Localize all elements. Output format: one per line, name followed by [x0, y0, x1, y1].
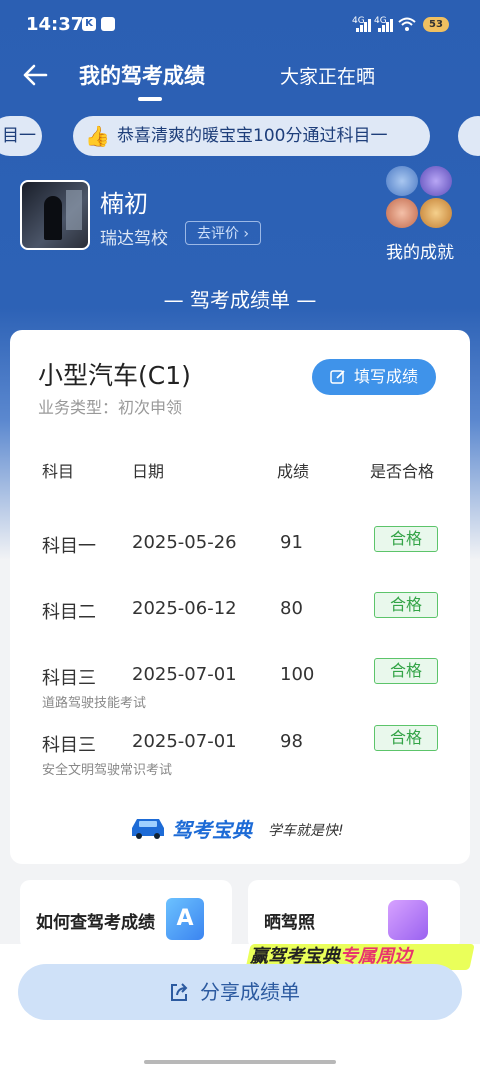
pass-badge: 合格 — [374, 658, 438, 684]
how-to-check-title: 如何查驾考成绩 — [36, 913, 155, 933]
pass-badge: 合格 — [374, 592, 438, 618]
document-search-icon: A — [166, 898, 204, 940]
active-tab-indicator — [138, 97, 162, 101]
top-nav: 我的驾考成绩 大家正在晒 — [0, 50, 480, 104]
header-subject: 科目 — [42, 462, 75, 481]
profile-section: 楠初 瑞达驾校 去评价 › 我的成就 — [0, 166, 480, 266]
row-subject: 科目三 — [42, 735, 96, 756]
share-license-title: 晒驾照 — [264, 913, 315, 933]
badge-icon — [386, 166, 418, 196]
share-icon — [171, 983, 188, 1001]
avatar[interactable] — [20, 180, 90, 250]
status-time: 14:37 — [26, 14, 84, 35]
brand-slogan: 学车就是快! — [268, 823, 344, 839]
table-row: 科目三 2025-07-01 98 合格 安全文明驾驶常识考试 — [10, 725, 470, 791]
pass-badge: 合格 — [374, 725, 438, 751]
share-license-card[interactable]: 晒驾照 — [248, 880, 460, 950]
license-type: 小型汽车(C1) — [38, 361, 191, 390]
row-subject: 科目二 — [42, 602, 96, 623]
row-date: 2025-06-12 — [132, 598, 237, 619]
row-note: 道路驾驶技能考试 — [42, 696, 147, 711]
badge-icon — [386, 198, 418, 228]
back-arrow-icon[interactable] — [20, 60, 50, 90]
fill-score-button[interactable]: 填写成绩 — [312, 359, 436, 395]
app-notification-icon: K — [82, 17, 96, 31]
tab-everyone-sharing[interactable]: 大家正在晒 — [280, 62, 375, 89]
car-logo-icon — [132, 819, 164, 839]
wifi-icon — [398, 17, 416, 31]
table-row: 科目一 2025-05-26 91 合格 — [10, 526, 470, 592]
row-score: 91 — [280, 532, 303, 553]
row-date: 2025-07-01 — [132, 731, 237, 752]
thumbs-up-icon: 👍 — [85, 124, 110, 148]
share-score-sheet-button[interactable]: 分享成绩单 — [18, 964, 462, 1020]
status-bar: 14:37 K 4G 4G 53 — [0, 0, 480, 50]
row-score: 100 — [280, 664, 315, 685]
badge-icon — [420, 166, 452, 196]
row-score: 80 — [280, 598, 303, 619]
score-sheet-title: — 驾考成绩单 — — [163, 288, 317, 312]
badge-icon — [420, 198, 452, 228]
ticker-text: 恭喜清爽的暖宝宝100分通过科目一 — [117, 126, 388, 146]
ticker-item-prev: 目一 — [0, 116, 42, 156]
tab-my-scores[interactable]: 我的驾考成绩 — [79, 60, 205, 90]
photo-icon — [388, 900, 428, 940]
my-achievements-label[interactable]: 我的成就 — [386, 238, 454, 263]
brand-name: 驾考宝典 — [172, 818, 252, 842]
row-subject: 科目三 — [42, 668, 96, 689]
rate-school-button[interactable]: 去评价 › — [185, 221, 261, 245]
paw-notification-icon — [101, 17, 115, 31]
table-row: 科目三 2025-07-01 100 合格 道路驾驶技能考试 — [10, 658, 470, 724]
battery-indicator: 53 — [423, 17, 449, 32]
home-indicator[interactable] — [144, 1060, 336, 1064]
achievement-badges[interactable] — [386, 166, 456, 232]
score-card: 小型汽车(C1) 业务类型：初次申领 填写成绩 科目 日期 成绩 是否合格 科目… — [10, 330, 470, 864]
signal-icon — [356, 18, 372, 32]
how-to-check-scores-card[interactable]: 如何查驾考成绩 A — [20, 880, 232, 950]
business-type: 业务类型：初次申领 — [38, 398, 183, 417]
row-date: 2025-05-26 — [132, 532, 237, 553]
header-passed: 是否合格 — [370, 462, 435, 481]
header-date: 日期 — [132, 462, 165, 481]
table-row: 科目二 2025-06-12 80 合格 — [10, 592, 470, 658]
row-score: 98 — [280, 731, 303, 752]
ticker-item: 👍 恭喜清爽的暖宝宝100分通过科目一 — [73, 116, 430, 156]
header-score: 成绩 — [277, 462, 310, 481]
user-name: 楠初 — [100, 190, 148, 218]
signal-icon-2 — [378, 18, 394, 32]
row-note: 安全文明驾驶常识考试 — [42, 763, 173, 778]
row-date: 2025-07-01 — [132, 664, 237, 685]
congrats-ticker: 目一 👍 恭喜清爽的暖宝宝100分通过科目一 — [0, 116, 480, 158]
ticker-item-next — [458, 116, 480, 156]
driving-school-name: 瑞达驾校 — [100, 229, 168, 249]
edit-icon — [330, 370, 345, 384]
pass-badge: 合格 — [374, 526, 438, 552]
row-subject: 科目一 — [42, 536, 96, 557]
brand-footer: 驾考宝典 学车就是快! — [128, 812, 368, 844]
